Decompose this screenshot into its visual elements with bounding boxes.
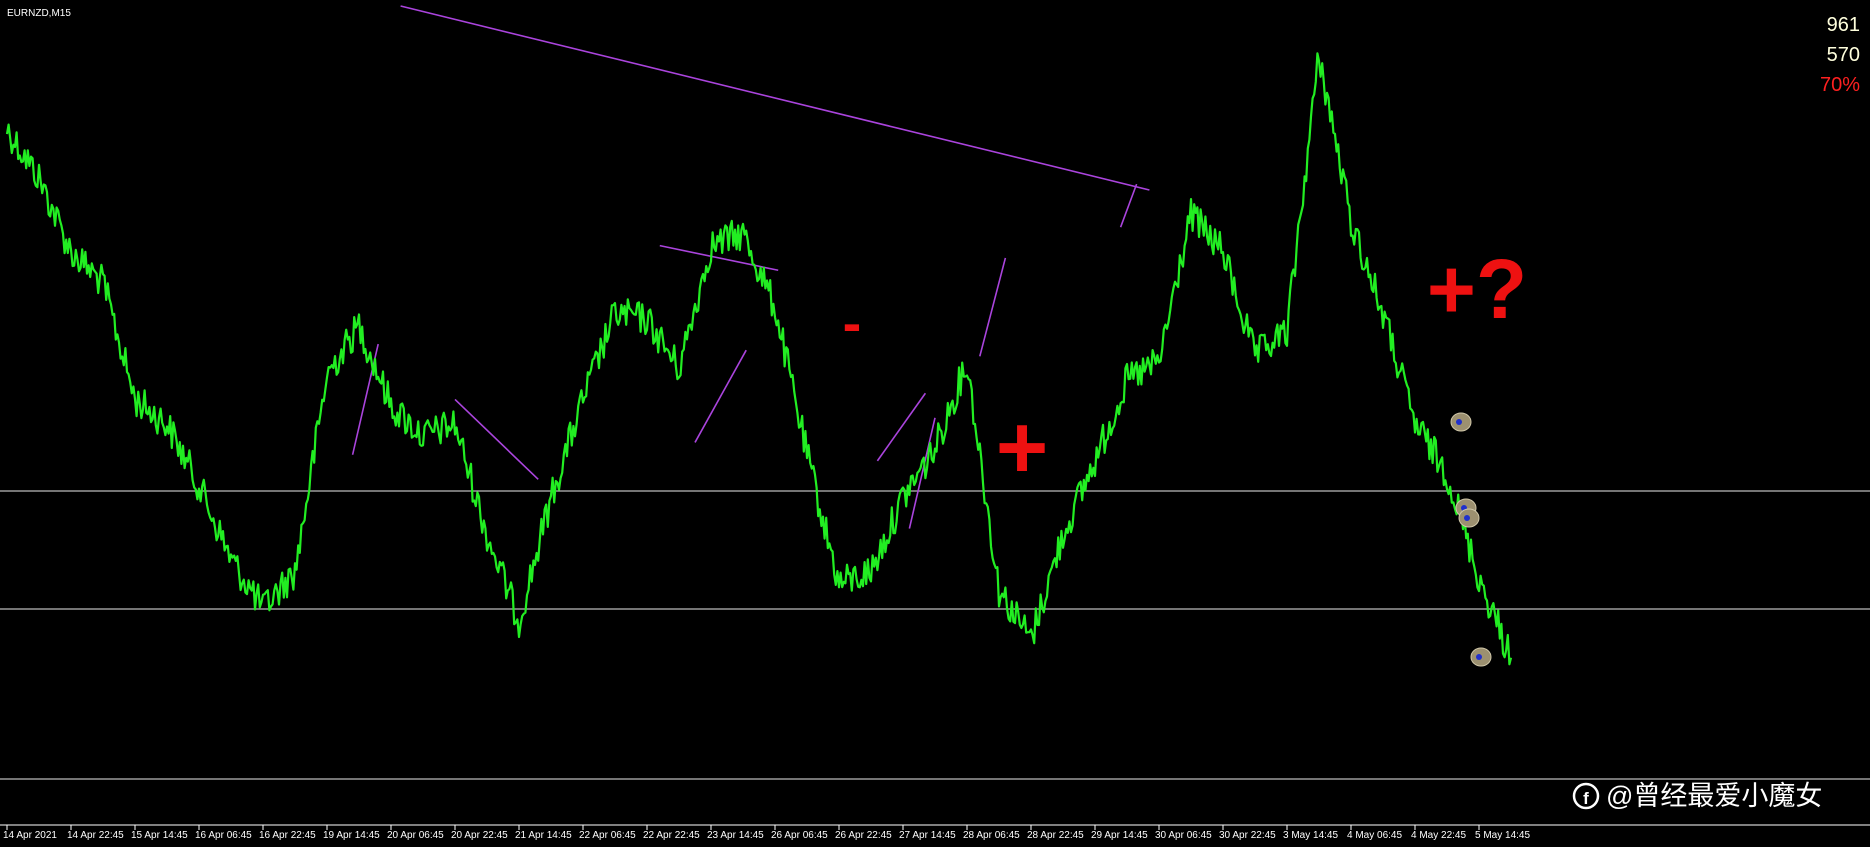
x-tick-label: 30 Apr 22:45 bbox=[1219, 830, 1276, 841]
x-tick-label: 19 Apr 14:45 bbox=[323, 830, 380, 841]
x-tick-label: 16 Apr 06:45 bbox=[195, 830, 252, 841]
trade-marker-dot-3 bbox=[1464, 515, 1470, 521]
x-tick-label: 27 Apr 14:45 bbox=[899, 830, 956, 841]
annotation-3: +? bbox=[1427, 242, 1527, 336]
x-tick-label: 4 May 22:45 bbox=[1411, 830, 1466, 841]
x-tick-label: 16 Apr 22:45 bbox=[259, 830, 316, 841]
annotation-2: + bbox=[996, 398, 1049, 498]
chart-title: EURNZD,M15 bbox=[7, 8, 71, 19]
x-tick-label: 14 Apr 22:45 bbox=[67, 830, 124, 841]
x-tick-label: 5 May 14:45 bbox=[1475, 830, 1530, 841]
x-tick-label: 22 Apr 06:45 bbox=[579, 830, 636, 841]
stat-3: 70% bbox=[1820, 74, 1860, 96]
stat-1: 961 bbox=[1827, 14, 1860, 36]
watermark-text: @曾经最爱小魔女 bbox=[1606, 781, 1822, 811]
trade-marker-dot-1 bbox=[1456, 419, 1462, 425]
x-tick-label: 28 Apr 22:45 bbox=[1027, 830, 1084, 841]
x-tick-label: 20 Apr 06:45 bbox=[387, 830, 444, 841]
stats-panel: 961 570 70% bbox=[1820, 14, 1860, 96]
x-tick-label: 20 Apr 22:45 bbox=[451, 830, 508, 841]
brand-icon-glyph: f bbox=[1583, 789, 1589, 808]
x-tick-label: 21 Apr 14:45 bbox=[515, 830, 572, 841]
trade-marker-dot-4 bbox=[1476, 654, 1482, 660]
watermark: f @曾经最爱小魔女 bbox=[1572, 781, 1822, 811]
x-tick-label: 26 Apr 22:45 bbox=[835, 830, 892, 841]
x-tick-label: 26 Apr 06:45 bbox=[771, 830, 828, 841]
annotation-1: - bbox=[843, 291, 862, 354]
x-tick-label: 23 Apr 14:45 bbox=[707, 830, 764, 841]
x-tick-label: 30 Apr 06:45 bbox=[1155, 830, 1212, 841]
x-tick-label: 29 Apr 14:45 bbox=[1091, 830, 1148, 841]
price-chart: - + +? 14 Apr 2021 14 Apr 22:45 15 Apr 14:45… bbox=[0, 0, 1870, 847]
stat-2: 570 bbox=[1827, 44, 1860, 66]
x-tick-label: 4 May 06:45 bbox=[1347, 830, 1402, 841]
x-tick-label: 15 Apr 14:45 bbox=[131, 830, 188, 841]
x-tick-label: 28 Apr 06:45 bbox=[963, 830, 1020, 841]
x-tick-label: 3 May 14:45 bbox=[1283, 830, 1338, 841]
chart-background bbox=[0, 0, 1870, 847]
x-tick-label: 22 Apr 22:45 bbox=[643, 830, 700, 841]
x-tick-label: 14 Apr 2021 bbox=[3, 830, 57, 841]
